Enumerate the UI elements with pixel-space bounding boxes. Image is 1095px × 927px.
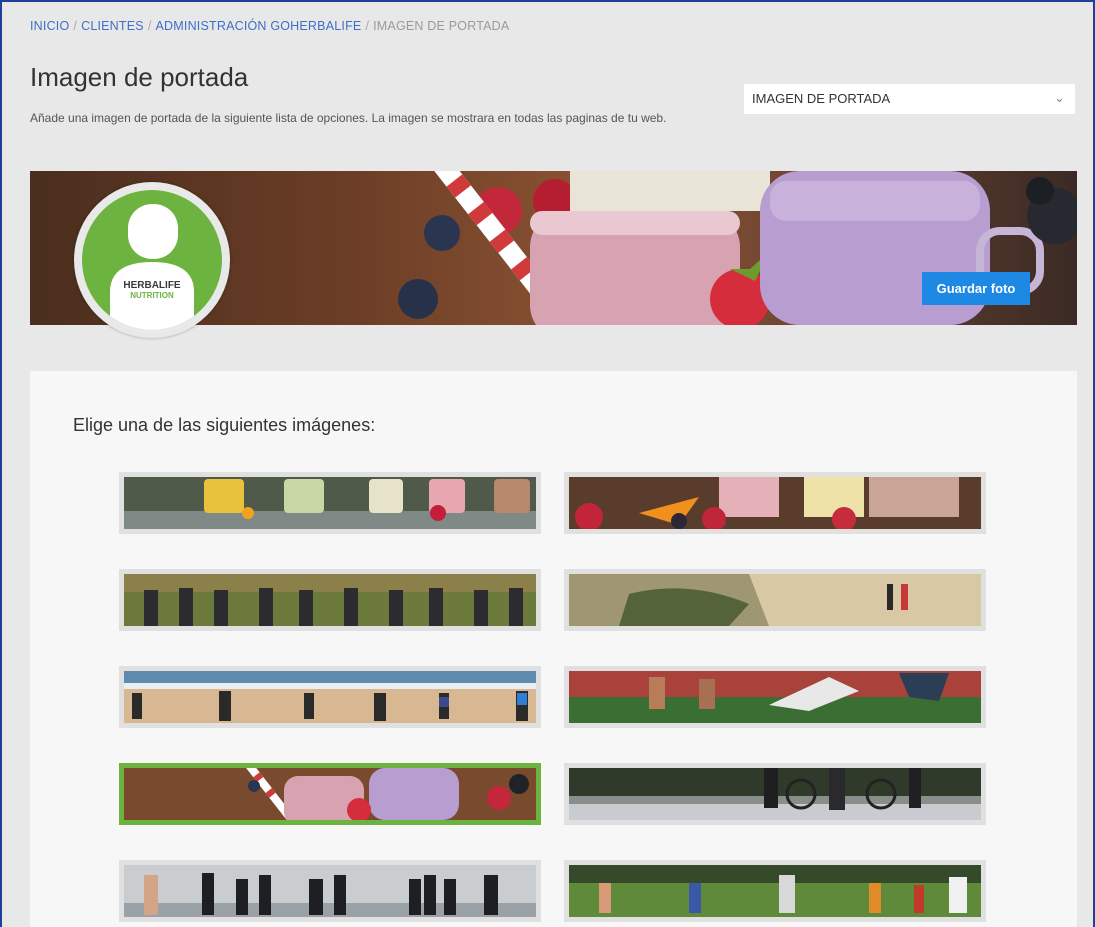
thumb-image: [569, 671, 981, 723]
section-select[interactable]: IMAGEN DE PORTADA ⌄: [744, 84, 1075, 114]
cover-option-cyclists-road[interactable]: [564, 763, 986, 825]
profile-avatar[interactable]: HERBALIFE NUTRITION: [74, 182, 230, 338]
thumb-image: [124, 574, 536, 626]
breadcrumb-separator: /: [73, 19, 78, 33]
user-silhouette-icon: HERBALIFE NUTRITION: [110, 204, 194, 330]
logo-line-2: NUTRITION: [130, 291, 174, 300]
thumb-image: [569, 865, 981, 917]
cover-option-smoothie-bottles[interactable]: [119, 472, 541, 534]
avatar-image: HERBALIFE NUTRITION: [82, 190, 222, 330]
page-frame: INICIO / CLIENTES / ADMINISTRACIÓN GOHERBALI…: [0, 0, 1095, 927]
breadcrumb: INICIO / CLIENTES / ADMINISTRACIÓN GOHERBALI…: [30, 19, 509, 33]
thumb-image: [569, 477, 981, 529]
page-title: Imagen de portada: [30, 62, 249, 92]
section-select-value: IMAGEN DE PORTADA: [752, 91, 891, 106]
thumb-image: [569, 574, 981, 626]
breadcrumb-inicio[interactable]: INICIO: [30, 19, 69, 33]
chevron-down-icon: ⌄: [1054, 90, 1065, 105]
cover-option-triathlon-swimmers[interactable]: [119, 860, 541, 922]
thumb-image: [124, 865, 536, 917]
cover-option-track-sprint-start[interactable]: [564, 666, 986, 728]
cover-option-runners-trail[interactable]: [564, 569, 986, 631]
logo-line-1: HERBALIFE: [123, 280, 181, 291]
thumb-image: [124, 768, 536, 820]
thumb-image: [569, 768, 981, 820]
cover-option-park-fitness-class[interactable]: [564, 860, 986, 922]
breadcrumb-separator: /: [365, 19, 370, 33]
thumb-image: [124, 671, 536, 723]
page-description: Añade una imagen de portada de la siguie…: [30, 111, 667, 125]
breadcrumb-clientes[interactable]: CLIENTES: [81, 19, 144, 33]
cover-option-strawberry-shakes[interactable]: [119, 763, 541, 825]
breadcrumb-current: IMAGEN DE PORTADA: [373, 19, 510, 33]
cover-option-beach-exercise[interactable]: [119, 666, 541, 728]
cover-option-fruit-shakes[interactable]: [564, 472, 986, 534]
breadcrumb-administracion[interactable]: ADMINISTRACIÓN GOHERBALIFE: [156, 19, 362, 33]
gallery-heading: Elige una de las siguientes imágenes:: [73, 415, 376, 435]
image-gallery-panel: Elige una de las siguientes imágenes:: [30, 371, 1077, 927]
cover-option-group-workout-field[interactable]: [119, 569, 541, 631]
thumb-image: [124, 477, 536, 529]
breadcrumb-separator: /: [147, 19, 152, 33]
save-photo-button[interactable]: Guardar foto: [922, 272, 1030, 305]
